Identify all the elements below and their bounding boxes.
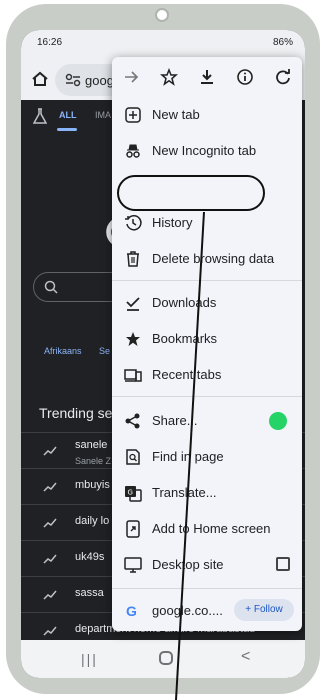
menu-item-label: Desktop site <box>152 557 224 572</box>
menu-item-downloads[interactable]: Downloads <box>112 285 302 321</box>
trending-up-icon <box>43 518 57 528</box>
trending-subtitle: Sanele Z <box>75 456 112 466</box>
trending-up-icon <box>43 446 57 456</box>
menu-item-label: Downloads <box>152 295 217 310</box>
home-icon[interactable] <box>31 70 49 88</box>
search-icon <box>44 280 58 294</box>
trending-title: uk49s <box>75 551 105 563</box>
trending-title: sassa <box>75 587 104 599</box>
add-home-icon <box>126 520 140 538</box>
menu-item-label: Add to Home screen <box>152 521 271 536</box>
menu-item-new-incognito-tab[interactable]: New Incognito tab <box>112 133 302 169</box>
trending-title: daily lo <box>75 515 110 527</box>
menu-item-label: Share... <box>152 413 198 428</box>
language-link-afrikaans[interactable]: Afrikaans <box>44 346 82 356</box>
menu-item-recent-tabs[interactable]: Recent tabs <box>112 357 302 393</box>
tab-active-indicator <box>57 128 77 131</box>
menu-divider <box>112 280 302 281</box>
menu-item-label: Delete browsing data <box>152 251 275 266</box>
tab-all[interactable]: ALL <box>59 110 77 120</box>
trending-up-icon <box>43 554 57 564</box>
follow-button[interactable]: + Follow <box>234 599 294 621</box>
menu-item-add-to-home-screen[interactable]: Add to Home screen <box>112 511 302 547</box>
camera-cutout <box>155 8 169 22</box>
menu-item-label: Recent tabs <box>152 367 222 382</box>
home-button-icon[interactable] <box>159 651 173 665</box>
history-icon <box>125 215 142 231</box>
devices-icon <box>124 369 142 382</box>
share-icon <box>125 413 140 429</box>
menu-item-label: New tab <box>152 107 200 122</box>
menu-item-share[interactable]: Share... <box>112 403 302 439</box>
tab-images[interactable]: IMA <box>95 110 111 120</box>
menu-divider <box>112 588 302 589</box>
menu-item-find-in-page[interactable]: Find in page <box>112 439 302 475</box>
trending-up-icon <box>43 482 57 492</box>
menu-item-label: History <box>152 215 193 230</box>
star-icon <box>126 332 140 346</box>
menu-toolbar <box>112 57 302 97</box>
trending-up-icon <box>43 590 57 600</box>
status-time: 16:26 <box>37 37 63 48</box>
menu-item-label: Bookmarks <box>152 331 218 346</box>
trash-icon <box>127 251 139 267</box>
desktop-icon <box>124 557 142 573</box>
status-battery: 86% <box>272 37 293 48</box>
svg-text:G: G <box>128 489 133 497</box>
back-icon[interactable]: < <box>241 648 250 666</box>
menu-item-label: New Incognito tab <box>152 143 257 158</box>
download-check-icon <box>126 297 140 311</box>
labs-flask-icon[interactable] <box>33 108 47 124</box>
site-label: google.co.... <box>152 603 223 618</box>
trending-title: sanele <box>75 439 108 451</box>
forward-icon[interactable] <box>122 68 140 86</box>
menu-item-site-follow: G google.co.... + Follow <box>112 593 302 629</box>
menu-item-bookmarks[interactable]: Bookmarks <box>112 321 302 357</box>
info-icon[interactable] <box>236 68 254 86</box>
download-icon[interactable] <box>198 68 216 86</box>
menu-item-label: Find in page <box>152 449 224 464</box>
system-nav-bar: ||| < <box>21 640 305 678</box>
star-icon[interactable] <box>160 68 178 86</box>
trending-up-icon <box>43 626 57 636</box>
menu-item-label: Translate... <box>152 485 217 500</box>
menu-item-translate[interactable]: G Translate... <box>112 475 302 511</box>
url-text: goog <box>85 73 114 88</box>
site-settings-icon[interactable] <box>65 73 81 87</box>
status-bar: 16:26 86% <box>21 30 305 54</box>
plus-box-icon <box>125 107 141 123</box>
translate-icon: G <box>125 486 142 502</box>
chrome-overflow-menu: New tab New Incognito tab History Delete… <box>112 57 302 631</box>
incognito-icon <box>126 144 140 158</box>
language-link-second[interactable]: Se <box>99 346 110 356</box>
google-favicon-icon: G <box>126 603 137 619</box>
trending-title: mbuyis <box>75 479 110 491</box>
recent-apps-icon[interactable]: ||| <box>81 651 98 667</box>
trending-heading: Trending se <box>39 405 113 421</box>
desktop-site-checkbox[interactable] <box>276 557 290 571</box>
phone-screen: 16:26 86% goog ALL IMA Afrikaans Se Tren… <box>21 30 305 678</box>
find-icon <box>126 449 140 465</box>
menu-item-new-tab[interactable]: New tab <box>112 97 302 133</box>
menu-item-delete-browsing-data[interactable]: Delete browsing data <box>112 241 302 277</box>
annotation-highlight-ring <box>117 175 265 211</box>
refresh-icon[interactable] <box>274 68 292 86</box>
menu-divider <box>112 396 302 397</box>
whatsapp-icon[interactable] <box>269 412 287 430</box>
menu-item-desktop-site[interactable]: Desktop site <box>112 547 302 583</box>
